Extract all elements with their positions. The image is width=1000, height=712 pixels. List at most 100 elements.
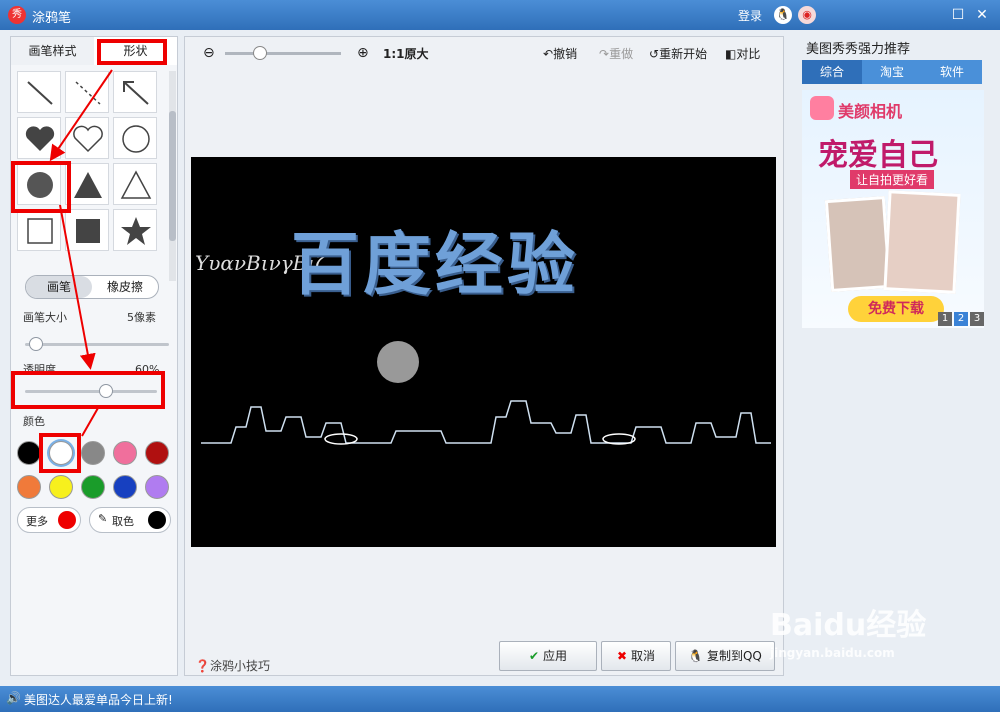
picked-color-dot xyxy=(148,511,166,529)
apply-button[interactable]: ✔ 应用 xyxy=(499,641,597,671)
speaker-icon: 🔊 xyxy=(6,691,21,705)
ad-page-3[interactable]: 3 xyxy=(970,312,984,326)
current-color-dot xyxy=(58,511,76,529)
restart-label: 重新开始 xyxy=(659,47,708,61)
actual-size-button[interactable]: 1:1原大 xyxy=(383,45,429,62)
opacity-slider[interactable] xyxy=(25,390,157,393)
eraser-mode-button[interactable]: 橡皮擦 xyxy=(92,276,158,298)
cancel-label: 取消 xyxy=(630,649,655,663)
ad-headline: 宠爱自己 xyxy=(818,138,938,173)
drawn-circle xyxy=(377,341,419,383)
mode-toggle: 画笔 橡皮擦 xyxy=(25,275,159,299)
login-link[interactable]: 登录 xyxy=(738,7,762,24)
help-icon: ❓ xyxy=(195,659,210,673)
compare-label: 对比 xyxy=(736,47,761,61)
color-swatch[interactable] xyxy=(49,475,73,499)
check-icon: ✔ xyxy=(529,649,540,663)
color-swatch[interactable] xyxy=(145,475,169,499)
highlight-box-circle xyxy=(11,161,71,213)
opacity-thumb[interactable] xyxy=(99,384,113,398)
color-swatch[interactable] xyxy=(145,441,169,465)
redo-button[interactable]: ↷重做 xyxy=(599,45,633,62)
maximize-icon[interactable]: ☐ xyxy=(948,5,968,25)
ad-page-2[interactable]: 2 xyxy=(954,312,968,326)
qq-small-icon: 🐧 xyxy=(688,649,704,663)
tab-software[interactable]: 软件 xyxy=(922,60,982,84)
shape-heart-outline-icon[interactable] xyxy=(65,117,109,159)
shape-arrow-icon[interactable] xyxy=(113,71,157,113)
shape-triangle-outline-icon[interactable] xyxy=(113,163,157,205)
camera-app-icon xyxy=(810,96,834,120)
zoom-thumb[interactable] xyxy=(253,46,267,60)
shape-heart-filled-icon[interactable] xyxy=(17,117,61,159)
shape-circle-outline-icon[interactable] xyxy=(113,117,157,159)
shape-star-icon[interactable] xyxy=(113,209,157,251)
cancel-button[interactable]: ✖ 取消 xyxy=(601,641,671,671)
compare-icon: ◧ xyxy=(725,47,737,61)
ad-download-button[interactable]: 免费下载 xyxy=(848,296,944,322)
city-skyline xyxy=(201,400,771,445)
image-title-text: 百度经验 xyxy=(291,226,580,305)
app-logo-icon: 秀 xyxy=(8,6,26,24)
watermark-sub: jingyan.baidu.com xyxy=(770,646,895,660)
tab-general[interactable]: 综合 xyxy=(802,60,862,84)
ad-photo xyxy=(824,196,892,292)
baidu-watermark: Baidu经验 jingyan.baidu.com xyxy=(770,600,926,660)
brush-mode-button[interactable]: 画笔 xyxy=(26,276,92,298)
zoom-out-icon[interactable]: ⊖ xyxy=(203,45,215,61)
compare-button[interactable]: ◧对比 xyxy=(725,45,760,62)
copy-to-qq-button[interactable]: 🐧 复制到QQ xyxy=(675,641,775,671)
shape-scrollbar[interactable] xyxy=(169,71,176,281)
color-swatch[interactable] xyxy=(113,475,137,499)
restart-icon: ↺ xyxy=(649,47,660,61)
more-colors-button[interactable]: 更多 xyxy=(17,507,81,533)
color-swatch[interactable] xyxy=(113,441,137,465)
eyedropper-icon: ✎ xyxy=(98,512,108,525)
ad-brand: 美颜相机 xyxy=(838,102,903,121)
zoom-in-icon[interactable]: ⊕ xyxy=(357,45,369,61)
color-swatch[interactable] xyxy=(17,475,41,499)
color-label: 颜色 xyxy=(23,415,45,428)
tab-brush-style[interactable]: 画笔样式 xyxy=(11,37,94,65)
brush-size-thumb[interactable] xyxy=(29,337,43,351)
close-icon[interactable]: ✕ xyxy=(972,5,992,25)
watermark-main: Baidu经验 xyxy=(770,608,927,643)
zoom-slider[interactable] xyxy=(225,52,341,55)
shape-dashed-line-icon[interactable] xyxy=(65,71,109,113)
undo-icon: ↶ xyxy=(543,47,554,61)
eyedropper-button[interactable]: ✎ 取色 xyxy=(89,507,171,533)
shape-triangle-filled-icon[interactable] xyxy=(65,163,109,205)
color-swatch[interactable] xyxy=(81,441,105,465)
tab-taobao[interactable]: 淘宝 xyxy=(862,60,922,84)
restart-button[interactable]: ↺重新开始 xyxy=(649,45,707,62)
brush-size-slider[interactable] xyxy=(25,343,169,346)
cancel-icon: ✖ xyxy=(617,649,628,663)
shape-square-outline-icon[interactable] xyxy=(17,209,61,251)
color-swatch[interactable] xyxy=(17,441,41,465)
redo-icon: ↷ xyxy=(599,47,610,61)
eyedropper-label: 取色 xyxy=(112,515,134,528)
redo-label: 重做 xyxy=(609,47,634,61)
edited-image[interactable]: ΥυανΒινγΒιζ 百度经验 xyxy=(191,157,776,547)
shape-line-icon[interactable] xyxy=(17,71,61,113)
shape-square-filled-icon[interactable] xyxy=(65,209,109,251)
undo-button[interactable]: ↶撤销 xyxy=(543,45,577,62)
color-swatch[interactable] xyxy=(81,475,105,499)
tips-label: 涂鸦小技巧 xyxy=(209,659,270,673)
recommend-title: 美图秀秀强力推荐 xyxy=(806,42,911,57)
undo-label: 撤销 xyxy=(553,47,578,61)
tips-link[interactable]: ❓涂鸦小技巧 xyxy=(195,657,270,674)
qq-icon[interactable]: 🐧 xyxy=(774,6,792,24)
copy-to-qq-label: 复制到QQ xyxy=(706,649,762,663)
shape-scroll-thumb[interactable] xyxy=(169,111,176,241)
more-colors-label: 更多 xyxy=(26,515,48,528)
window-title: 涂鸦笔 xyxy=(32,11,72,26)
status-bar: 🔊 美图达人最爱单品今日上新! xyxy=(0,686,1000,712)
weibo-icon[interactable]: ◉ xyxy=(798,6,816,24)
left-panel: 画笔样式 形状 画笔 橡皮擦 画笔大小 5像素 透明度 60% 颜色 更多 ✎ … xyxy=(10,36,178,676)
canvas-area: ⊖ ⊕ 1:1原大 ↶撤销 ↷重做 ↺重新开始 ◧对比 ΥυανΒινγΒιζ … xyxy=(184,36,784,676)
status-message[interactable]: 美图达人最爱单品今日上新! xyxy=(24,691,173,708)
ad-page-1[interactable]: 1 xyxy=(938,312,952,326)
ad-banner[interactable]: 美颜相机 宠爱自己 让自拍更好看 免费下载 1 2 3 xyxy=(802,90,984,328)
recommend-tabs: 综合 淘宝 软件 xyxy=(802,60,982,84)
